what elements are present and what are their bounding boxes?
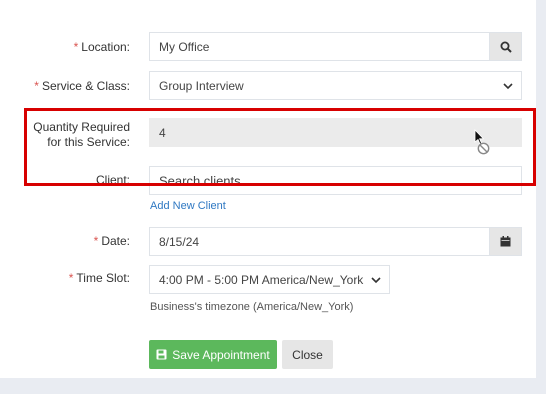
save-appointment-button[interactable]: Save Appointment	[149, 340, 277, 369]
date-label: * Date:	[93, 234, 130, 248]
service-value: Group Interview	[159, 78, 244, 93]
time-slot-label: * Time Slot:	[68, 271, 130, 285]
not-allowed-cursor-icon	[474, 129, 494, 160]
service-label: * Service & Class:	[34, 79, 130, 93]
service-select[interactable]: Group Interview	[149, 71, 522, 100]
location-field[interactable]: My Office	[149, 32, 522, 61]
time-slot-select[interactable]: 4:00 PM - 5:00 PM America/New_York	[149, 265, 390, 294]
location-search-button[interactable]	[489, 33, 521, 60]
date-value: 8/15/24	[159, 234, 200, 249]
location-value: My Office	[159, 39, 210, 54]
add-new-client-link[interactable]: Add New Client	[150, 200, 226, 212]
calendar-icon	[500, 236, 511, 247]
time-slot-value: 4:00 PM - 5:00 PM America/New_York	[159, 272, 364, 287]
location-label: * Location:	[73, 40, 130, 54]
save-label: Save Appointment	[172, 347, 270, 362]
search-icon	[500, 41, 512, 53]
date-picker-button[interactable]	[489, 228, 521, 255]
chevron-down-icon	[503, 82, 513, 89]
date-field[interactable]: 8/15/24	[149, 227, 522, 256]
close-button[interactable]: Close	[282, 340, 333, 369]
chevron-down-icon	[371, 276, 381, 283]
save-icon	[156, 349, 167, 360]
highlight-box	[24, 108, 536, 186]
timezone-hint: Business's timezone (America/New_York)	[150, 301, 354, 313]
